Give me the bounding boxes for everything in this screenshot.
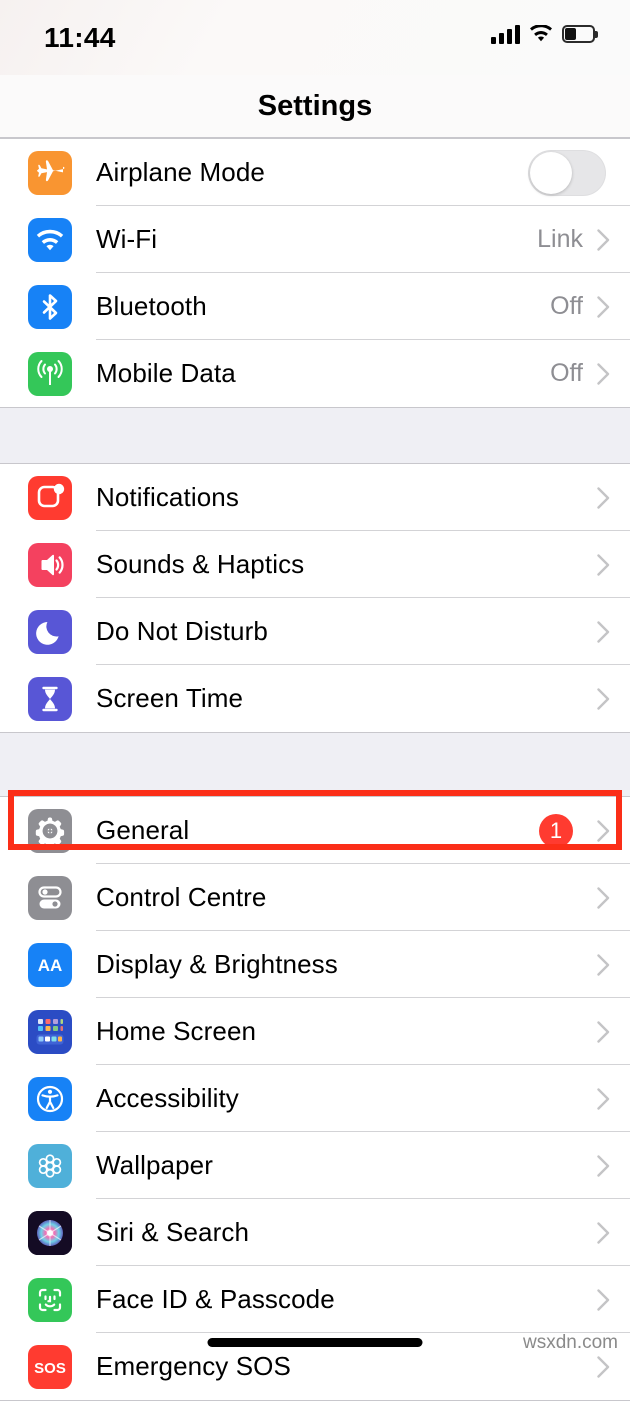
settings-row-label: Airplane Mode [96, 157, 265, 187]
settings-row-face-id-passcode[interactable]: Face ID & Passcode [0, 1266, 630, 1333]
chevron-right-icon [597, 1288, 610, 1311]
settings-row-label: Accessibility [96, 1083, 239, 1113]
cellular-antenna-icon [28, 351, 72, 396]
settings-group: Airplane Mode Wi-Fi Link Bluetooth Off Mobil… [0, 138, 630, 408]
status-bar-indicators [491, 24, 598, 44]
settings-group: General 1 Control Centre AA Display & Bright… [0, 796, 630, 1401]
settings-row-wi-fi[interactable]: Wi-Fi Link [0, 206, 630, 273]
settings-row-general[interactable]: General 1 [0, 797, 630, 864]
accessibility-icon [28, 1076, 72, 1121]
settings-row-label: Notifications [96, 482, 239, 512]
settings-row-bluetooth[interactable]: Bluetooth Off [0, 273, 630, 340]
status-bar: 11:44 [0, 0, 630, 75]
settings-row-label: Do Not Disturb [96, 616, 268, 646]
settings-row-accessibility[interactable]: Accessibility [0, 1065, 630, 1132]
display-brightness-icon: AA [28, 942, 72, 987]
navigation-bar: Settings [0, 75, 630, 138]
chevron-right-icon [597, 1355, 610, 1378]
settings-row-label: Control Centre [96, 882, 267, 912]
airplane-icon [28, 150, 72, 195]
settings-row-label: Emergency SOS [96, 1351, 291, 1381]
sos-icon: SOS [28, 1344, 72, 1389]
settings-row-label: Wallpaper [96, 1150, 213, 1180]
group-separator [0, 408, 630, 463]
chevron-right-icon [597, 953, 610, 976]
chevron-right-icon [597, 819, 610, 842]
settings-row-value: Off [550, 292, 583, 320]
settings-row-label: Bluetooth [96, 291, 207, 321]
chevron-right-icon [597, 295, 610, 318]
control-centre-icon [28, 875, 72, 920]
chevron-right-icon [597, 687, 610, 710]
chevron-right-icon [597, 553, 610, 576]
page-title: Settings [257, 89, 373, 122]
gear-icon [28, 808, 72, 853]
bluetooth-icon [28, 284, 72, 329]
settings-row-airplane-mode[interactable]: Airplane Mode [0, 139, 630, 206]
home-screen-icon [28, 1009, 72, 1054]
settings-row-label: Wi-Fi [96, 224, 158, 254]
settings-row-label: Siri & Search [96, 1217, 250, 1247]
settings-row-sounds-haptics[interactable]: Sounds & Haptics [0, 531, 630, 598]
chevron-right-icon [597, 1221, 610, 1244]
battery-icon [562, 25, 598, 43]
chevron-right-icon [597, 1020, 610, 1043]
status-bar-time: 11:44 [44, 22, 116, 53]
settings-row-label: Sounds & Haptics [96, 549, 305, 579]
settings-row-siri-search[interactable]: Siri & Search [0, 1199, 630, 1266]
settings-row-screen-time[interactable]: Screen Time [0, 665, 630, 732]
chevron-right-icon [597, 362, 610, 385]
settings-row-label: Display & Brightness [96, 949, 338, 979]
wifi-icon [529, 24, 553, 43]
notifications-icon [28, 475, 72, 520]
settings-row-home-screen[interactable]: Home Screen [0, 998, 630, 1065]
chevron-right-icon [597, 1154, 610, 1177]
settings-group: Notifications Sounds & Haptics Do Not Dist… [0, 463, 630, 733]
face-id-icon [28, 1277, 72, 1322]
status-badge: 1 [539, 813, 573, 848]
settings-row-notifications[interactable]: Notifications [0, 464, 630, 531]
settings-row-label: General [96, 815, 190, 845]
moon-icon [28, 609, 72, 654]
settings-row-label: Face ID & Passcode [96, 1284, 335, 1314]
wallpaper-icon [28, 1143, 72, 1188]
toggle-switch-airplane-mode[interactable] [528, 149, 606, 196]
group-separator [0, 733, 630, 796]
chevron-right-icon [597, 228, 610, 251]
settings-list: Airplane Mode Wi-Fi Link Bluetooth Off Mobil… [0, 138, 630, 1401]
speaker-icon [28, 542, 72, 587]
settings-row-value: Off [550, 359, 583, 387]
chevron-right-icon [597, 620, 610, 643]
chevron-right-icon [597, 1087, 610, 1110]
settings-row-wallpaper[interactable]: Wallpaper [0, 1132, 630, 1199]
settings-row-label: Screen Time [96, 683, 244, 713]
settings-row-label: Mobile Data [96, 358, 236, 388]
siri-icon [28, 1210, 72, 1255]
wifi-icon [28, 217, 72, 262]
settings-row-do-not-disturb[interactable]: Do Not Disturb [0, 598, 630, 665]
watermark: wsxdn.com [522, 1332, 618, 1353]
chevron-right-icon [597, 486, 610, 509]
settings-row-control-centre[interactable]: Control Centre [0, 864, 630, 931]
hourglass-icon [28, 676, 72, 721]
chevron-right-icon [597, 886, 610, 909]
settings-row-mobile-data[interactable]: Mobile Data Off [0, 340, 630, 407]
settings-row-value: Link [537, 225, 583, 253]
svg-text:SOS: SOS [34, 1360, 66, 1377]
home-indicator[interactable] [207, 1338, 423, 1347]
settings-row-label: Home Screen [96, 1016, 257, 1046]
settings-row-display-brightness[interactable]: AA Display & Brightness [0, 931, 630, 998]
cellular-signal-icon [491, 24, 520, 44]
svg-text:AA: AA [38, 956, 63, 975]
